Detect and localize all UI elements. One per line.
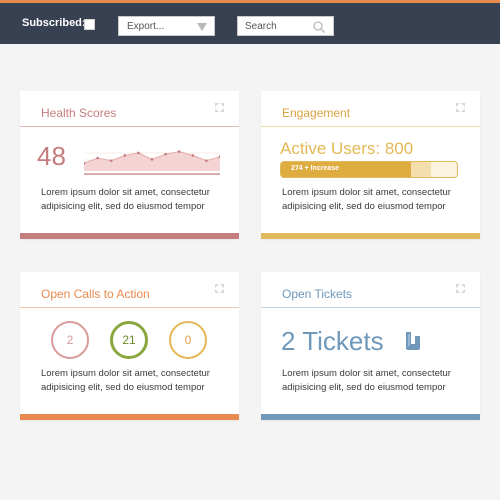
engagement-progress-bar: 274 + Increase: [280, 161, 458, 178]
search-icon[interactable]: [312, 20, 326, 34]
chevron-down-icon: [197, 23, 207, 31]
expand-icon[interactable]: [215, 284, 224, 293]
sparkline-point: [123, 154, 127, 157]
card-description: Lorem ipsum dolor sit amet, consectetur …: [41, 368, 210, 393]
ticket-icon: [406, 332, 420, 350]
sparkline-point: [96, 156, 99, 160]
card-title: Health Scores: [41, 106, 117, 120]
sparkline-point: [205, 159, 208, 162]
card-description: Lorem ipsum dolor sit amet, consectetur …: [41, 187, 210, 212]
sparkline-point: [109, 159, 113, 162]
open-tickets-card: Open Tickets 2 Tickets Lorem ipsum dolor…: [261, 272, 480, 420]
open-calls-card: Open Calls to Action 2 21 0 Lorem ipsum …: [20, 272, 239, 420]
card-divider: [20, 126, 239, 127]
call-count-circle[interactable]: 0: [169, 321, 207, 359]
card-title: Open Tickets: [282, 287, 353, 301]
expand-icon[interactable]: [215, 103, 224, 112]
export-dropdown-label: Export...: [127, 21, 165, 32]
engagement-card: Engagement Active Users: 800 274 + Incre…: [261, 91, 480, 239]
card-description: Lorem ipsum dolor sit amet, consectetur …: [282, 187, 451, 212]
sparkline-point: [191, 154, 195, 157]
sparkline-area: [84, 151, 220, 171]
ticket-count: 2 Tickets: [281, 326, 384, 356]
subscribed-checkbox[interactable]: [84, 19, 95, 30]
sparkline-point: [177, 150, 181, 153]
card-title: Engagement: [282, 106, 351, 120]
call-count-circle[interactable]: 2: [51, 321, 89, 359]
expand-icon[interactable]: [456, 284, 465, 293]
card-accent-bar: [20, 233, 239, 239]
card-divider: [261, 307, 480, 308]
card-accent-bar: [261, 233, 480, 239]
call-count-circle[interactable]: 21: [110, 321, 148, 359]
card-divider: [261, 126, 480, 127]
card-description: Lorem ipsum dolor sit amet, consectetur …: [282, 368, 451, 393]
health-sparkline: [84, 150, 220, 175]
top-toolbar: Subscribed: Export...: [0, 0, 500, 44]
progress-marker: [411, 162, 432, 177]
active-users-count: Active Users: 800: [280, 139, 414, 158]
sparkline-point: [150, 158, 154, 161]
sparkline-point: [164, 152, 167, 156]
health-scores-card: Health Scores 48 Lorem ipsum dolor sit a…: [20, 91, 239, 239]
health-score-value: 48: [37, 141, 66, 171]
card-title: Open Calls to Action: [41, 287, 150, 301]
subscribed-label: Subscribed:: [22, 17, 86, 29]
card-accent-bar: [20, 414, 239, 420]
card-divider: [20, 307, 239, 308]
progress-label: 274 + Increase: [291, 165, 340, 172]
expand-icon[interactable]: [456, 103, 465, 112]
export-dropdown[interactable]: Export...: [118, 16, 215, 36]
sparkline-point: [137, 151, 140, 155]
card-accent-bar: [261, 414, 480, 420]
